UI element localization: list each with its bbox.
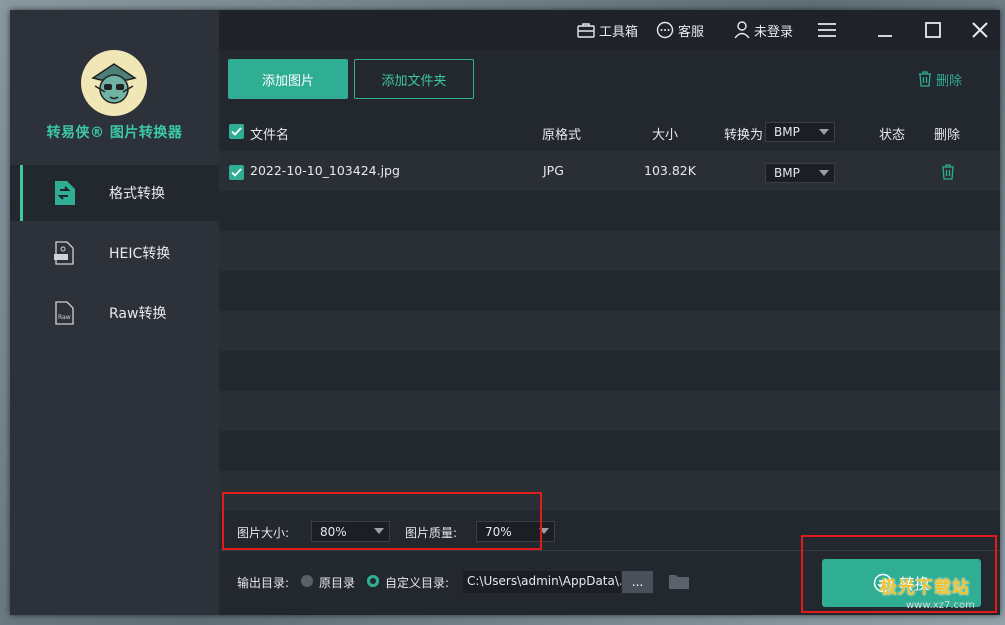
maximize-icon	[925, 22, 941, 38]
row-target-value: BMP	[774, 166, 800, 180]
original-dir-radio[interactable]	[301, 575, 313, 587]
row-checkbox[interactable]	[229, 165, 244, 180]
mascot-logo-icon	[91, 63, 137, 104]
chevron-down-icon	[819, 129, 829, 135]
table-row[interactable]: 2022-10-10_103424.jpg JPG 103.82K BMP	[219, 151, 1000, 191]
close-icon	[972, 22, 988, 38]
chat-icon	[656, 21, 674, 39]
raw-file-icon: Raw	[52, 301, 76, 325]
row-size: 103.82K	[644, 163, 696, 178]
user-icon	[734, 21, 750, 39]
support-label: 客服	[678, 24, 705, 40]
empty-row	[219, 471, 1000, 511]
watermark-url: www.xz7.com	[906, 600, 975, 611]
global-format-value: BMP	[774, 125, 800, 139]
watermark-text: 极光下载站	[880, 578, 970, 598]
divider	[219, 550, 1000, 551]
empty-row	[219, 271, 1000, 311]
empty-row	[219, 311, 1000, 351]
browse-button[interactable]: ...	[622, 571, 653, 593]
image-size-value: 80%	[320, 524, 347, 539]
image-quality-label: 图片质量:	[405, 526, 458, 540]
chevron-down-icon	[819, 170, 829, 176]
app-logo	[81, 50, 147, 116]
output-dir-label: 输出目录:	[237, 576, 290, 590]
empty-row	[219, 191, 1000, 231]
header-convert-to: 转换为	[724, 128, 764, 143]
header-filename: 文件名	[250, 128, 290, 143]
header-size: 大小	[652, 128, 679, 143]
empty-row	[219, 231, 1000, 271]
delete-all-button[interactable]: 删除	[918, 68, 962, 90]
row-delete-trash-icon[interactable]	[941, 164, 955, 180]
add-images-button[interactable]: 添加图片	[228, 59, 348, 99]
hamburger-menu-icon	[818, 23, 836, 37]
login-button[interactable]: 未登录	[734, 20, 793, 40]
sidebar-item-format-convert[interactable]: 格式转换	[10, 165, 219, 221]
image-size-select[interactable]: 80%	[311, 521, 390, 542]
add-folder-button[interactable]: 添加文件夹	[354, 59, 474, 99]
empty-row	[219, 391, 1000, 431]
title-bar: 工具箱 客服 未登录	[219, 10, 1000, 50]
header-delete: 删除	[934, 128, 961, 143]
header-original-format: 原格式	[542, 128, 582, 143]
output-path-field[interactable]: C:\Users\admin\AppData\...	[463, 571, 621, 593]
checkmark-icon	[231, 127, 242, 136]
login-label: 未登录	[754, 24, 794, 40]
heic-file-icon	[52, 241, 76, 265]
format-convert-icon	[52, 181, 76, 205]
support-button[interactable]: 客服	[656, 20, 704, 40]
brand-title: 转易侠® 图片转换器	[46, 125, 183, 141]
row-filename: 2022-10-10_103424.jpg	[250, 163, 400, 178]
toolbox-button[interactable]: 工具箱	[577, 20, 638, 40]
sidebar: 转易侠® 图片转换器 格式转换 HEIC转换 Raw Raw转换	[10, 10, 219, 615]
minimize-button[interactable]	[873, 18, 897, 42]
original-dir-label: 原目录	[319, 576, 356, 590]
table-header: 文件名 原格式 大小 转换为 BMP 状态 删除	[219, 115, 1000, 149]
image-quality-select[interactable]: 70%	[476, 521, 555, 542]
checkmark-icon	[231, 168, 242, 177]
svg-text:Raw: Raw	[58, 314, 71, 321]
app-window: 转易侠® 图片转换器 格式转换 HEIC转换 Raw Raw转换 工具箱 客服 …	[10, 10, 1000, 615]
global-format-select[interactable]: BMP	[765, 122, 835, 142]
row-format: JPG	[543, 163, 564, 178]
trash-icon	[919, 71, 931, 87]
toolbox-icon	[577, 23, 595, 38]
delete-all-label: 删除	[936, 73, 963, 89]
sidebar-item-label: HEIC转换	[109, 246, 171, 262]
select-all-checkbox[interactable]	[229, 124, 244, 139]
sidebar-item-heic[interactable]: HEIC转换	[10, 225, 219, 281]
toolbox-label: 工具箱	[599, 24, 639, 40]
menu-button[interactable]	[815, 18, 839, 42]
image-size-label: 图片大小:	[237, 526, 290, 540]
chevron-down-icon	[539, 528, 549, 534]
sidebar-item-label: 格式转换	[109, 186, 165, 202]
custom-dir-radio[interactable]	[367, 575, 379, 587]
maximize-button[interactable]	[921, 18, 945, 42]
minimize-icon	[878, 35, 892, 37]
sidebar-item-label: Raw转换	[109, 306, 167, 322]
custom-dir-label: 自定义目录:	[385, 576, 450, 590]
row-target-select[interactable]: BMP	[765, 163, 835, 183]
header-status: 状态	[879, 128, 906, 143]
empty-row	[219, 431, 1000, 471]
image-quality-value: 70%	[485, 524, 512, 539]
close-button[interactable]	[968, 18, 992, 42]
folder-icon[interactable]	[668, 573, 690, 590]
empty-row	[219, 351, 1000, 391]
sidebar-item-raw[interactable]: Raw Raw转换	[10, 285, 219, 341]
chevron-down-icon	[374, 528, 384, 534]
